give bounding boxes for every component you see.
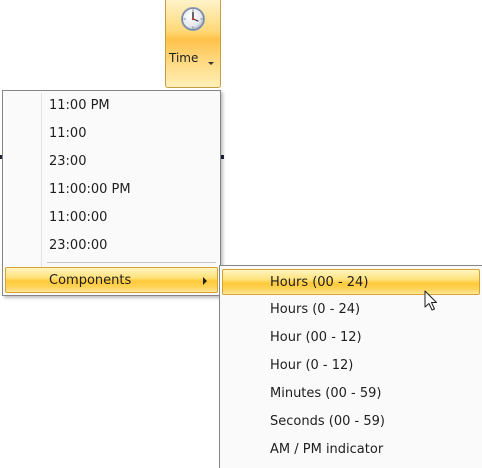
submenu-item-hours-00-24[interactable]: Hours (00 - 24) xyxy=(222,269,480,295)
submenu-item-label: Hour (0 - 12) xyxy=(270,358,354,373)
time-format-menu: 11:00 PM 11:00 23:00 11:00:00 PM 11:00:0… xyxy=(2,90,221,296)
chevron-right-icon xyxy=(203,277,207,285)
time-button-label: Time xyxy=(169,51,199,65)
chevron-down-icon xyxy=(208,62,214,65)
components-submenu: Hours (00 - 24) Hours (0 - 24) Hour (00 … xyxy=(219,265,482,468)
menu-item-time-format-3[interactable]: 23:00 xyxy=(5,149,218,175)
menu-item-label: 11:00 xyxy=(49,126,87,141)
menu-item-time-format-4[interactable]: 11:00:00 PM xyxy=(5,177,218,203)
submenu-item-hours-0-24[interactable]: Hours (0 - 24) xyxy=(222,297,482,323)
menu-item-time-format-5[interactable]: 11:00:00 xyxy=(5,205,218,231)
submenu-item-label: Seconds (00 - 59) xyxy=(270,414,385,429)
clock-icon xyxy=(181,7,205,31)
submenu-item-minutes[interactable]: Minutes (00 - 59) xyxy=(222,381,482,407)
submenu-item-hour-00-12[interactable]: Hour (00 - 12) xyxy=(222,325,482,351)
menu-separator xyxy=(47,262,216,263)
menu-item-components[interactable]: Components xyxy=(5,267,218,293)
submenu-item-label: Minutes (00 - 59) xyxy=(270,386,382,401)
submenu-item-am-pm-indicator[interactable]: AM / PM indicator xyxy=(222,437,482,463)
submenu-item-hour-0-12[interactable]: Hour (0 - 12) xyxy=(222,353,482,379)
menu-item-label: 11:00:00 PM xyxy=(49,182,131,197)
mouse-pointer-icon xyxy=(424,290,437,311)
submenu-item-label: Hours (0 - 24) xyxy=(270,302,361,317)
ribbon-edge-right xyxy=(221,155,224,159)
submenu-item-label: AM / PM indicator xyxy=(270,442,384,457)
time-button[interactable]: Time xyxy=(165,0,221,88)
submenu-item-label: Hour (00 - 12) xyxy=(270,330,362,345)
menu-item-time-format-6[interactable]: 23:00:00 xyxy=(5,233,218,259)
menu-item-time-format-1[interactable]: 11:00 PM xyxy=(5,93,218,119)
menu-item-label: Components xyxy=(49,273,132,288)
submenu-item-seconds[interactable]: Seconds (00 - 59) xyxy=(222,409,482,435)
submenu-item-label: Hours (00 - 24) xyxy=(270,275,369,290)
menu-item-label: 11:00 PM xyxy=(49,98,110,113)
menu-item-time-format-2[interactable]: 11:00 xyxy=(5,121,218,147)
menu-item-label: 23:00 xyxy=(49,154,87,169)
screen: Time 11:00 PM 11:00 23:00 11:00:00 PM 11… xyxy=(0,0,482,468)
menu-item-label: 23:00:00 xyxy=(49,238,108,253)
menu-item-label: 11:00:00 xyxy=(49,210,108,225)
